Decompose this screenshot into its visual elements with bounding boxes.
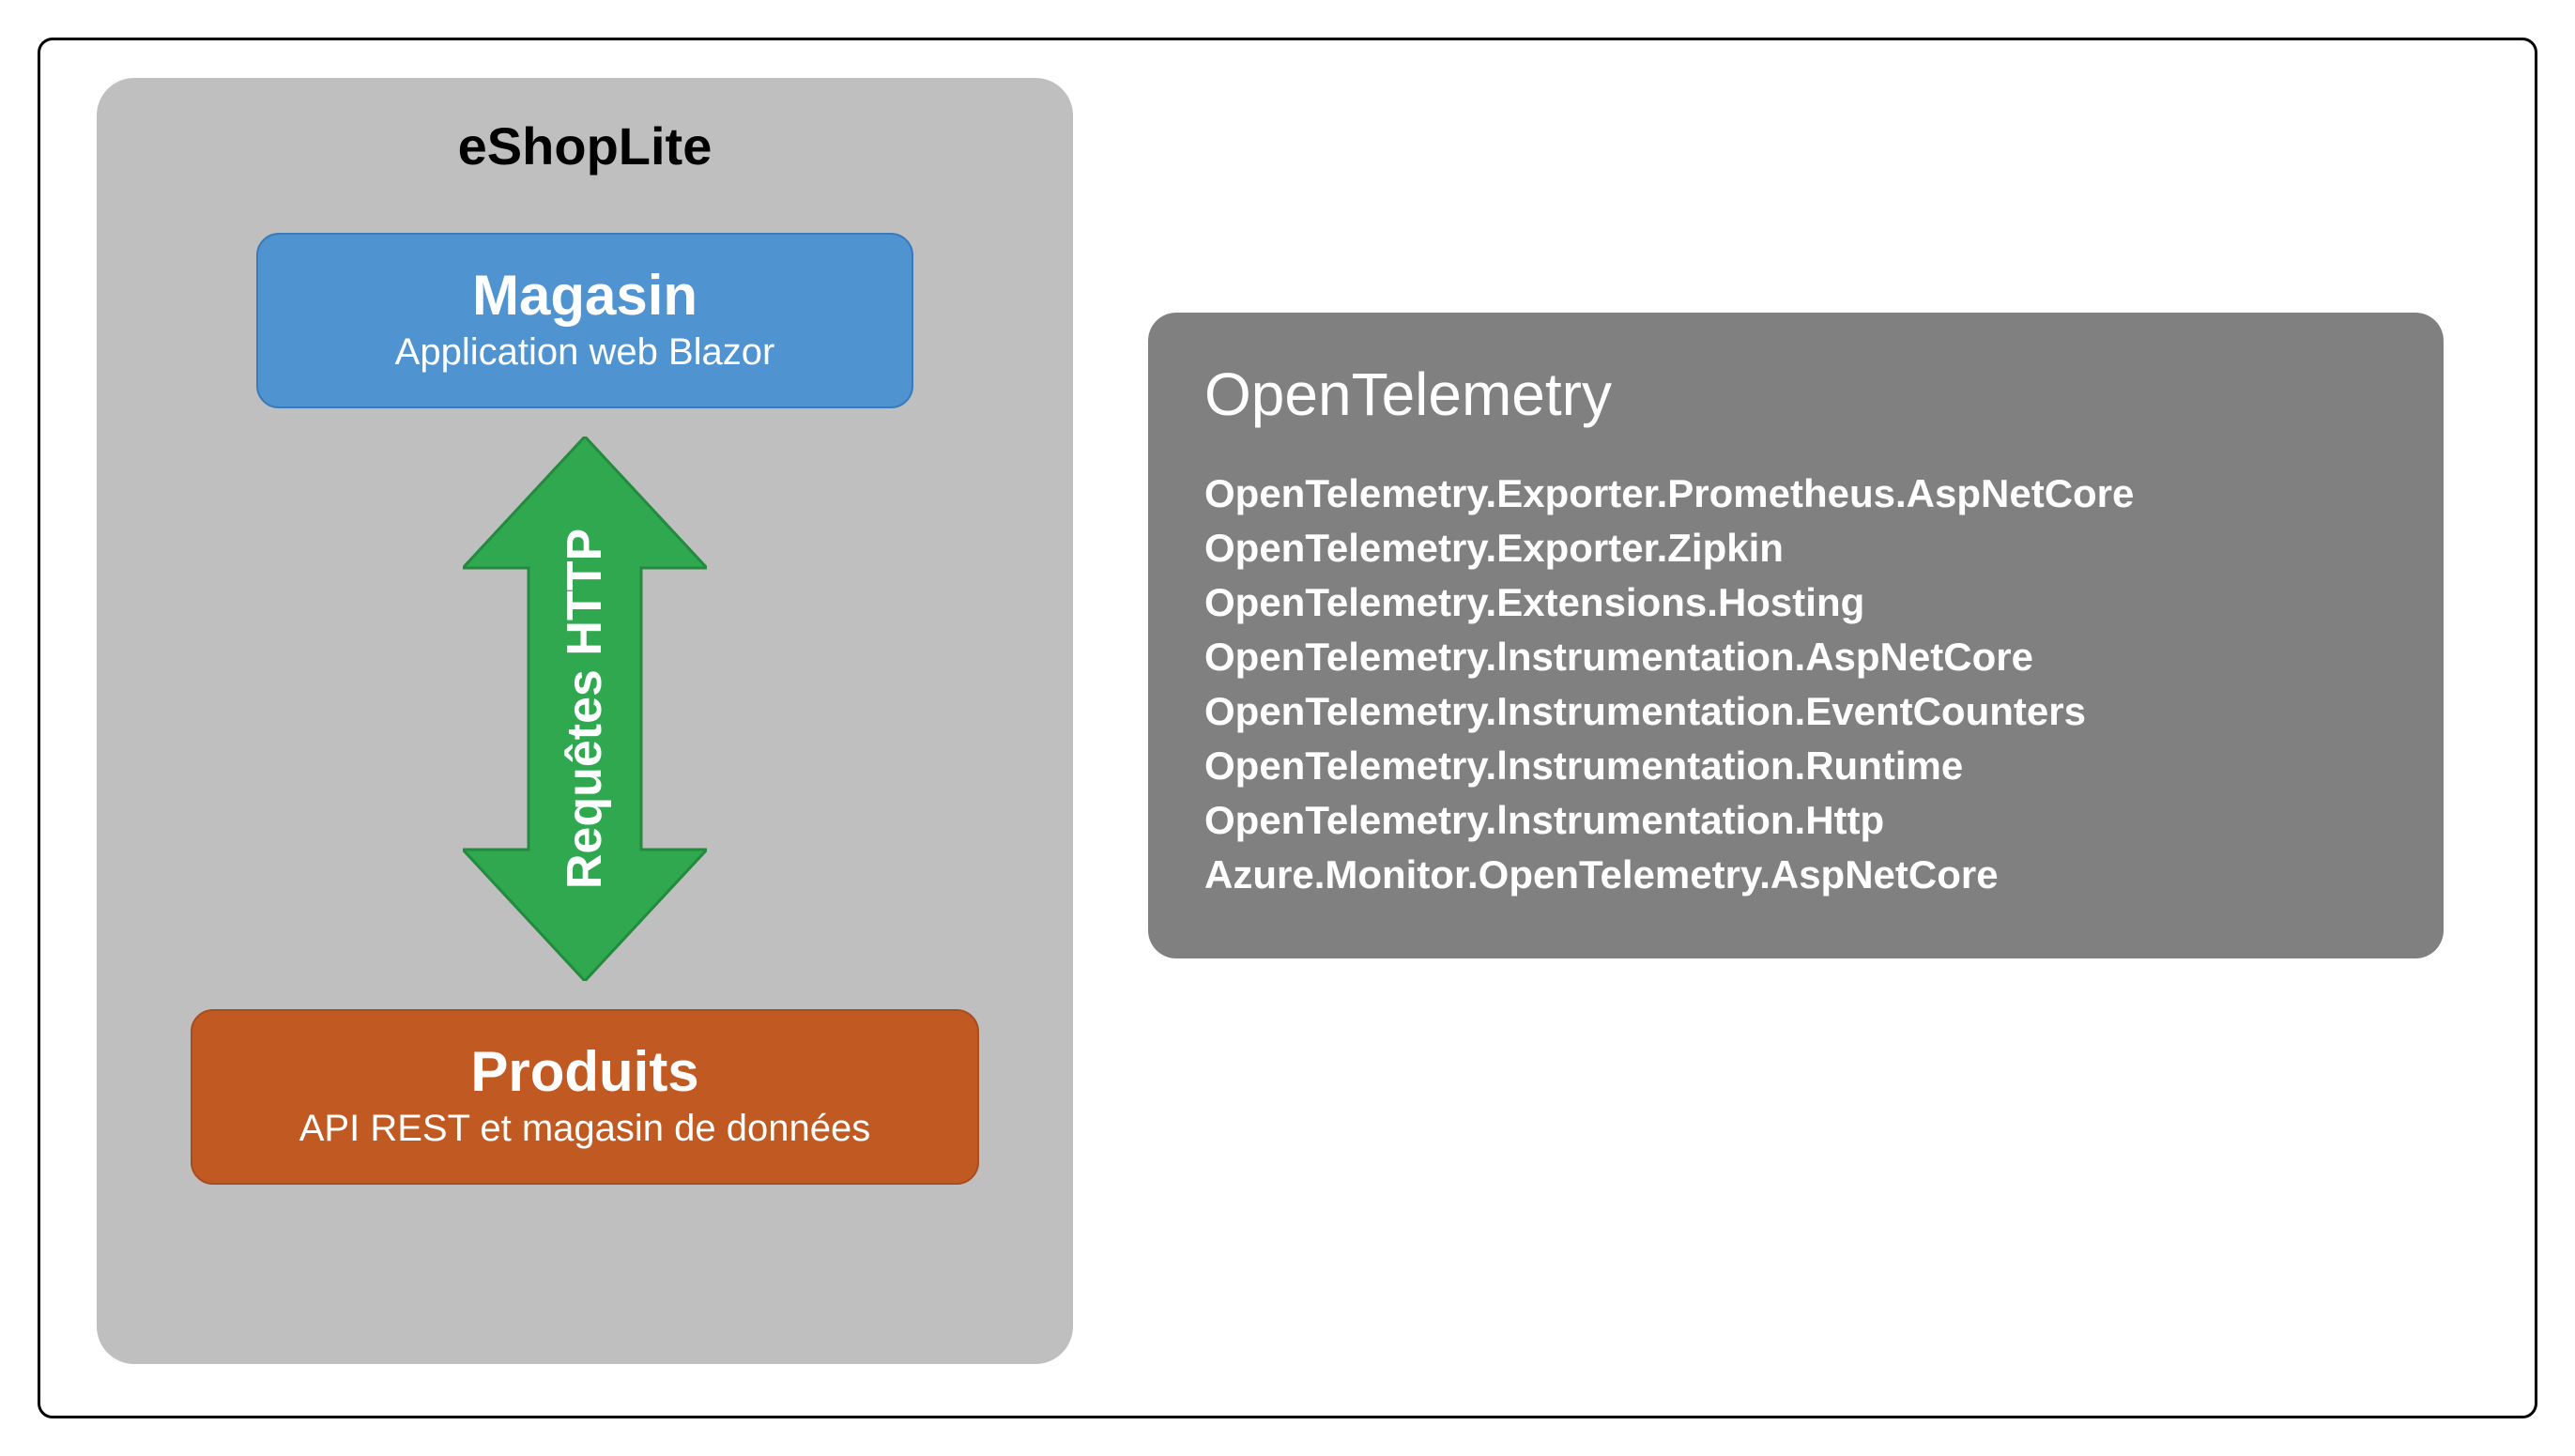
magasin-box: Magasin Application web Blazor (256, 233, 913, 408)
produits-subtitle: API REST et magasin de données (230, 1108, 940, 1150)
package-item: OpenTelemetry.lnstrumentation.Http (1204, 793, 2387, 848)
package-item: OpenTelemetry.Exporter.Zipkin (1204, 521, 2387, 575)
arrow-label: Requêtes HTTP (557, 529, 613, 889)
package-item: OpenTelemetry.Extensions.Hosting (1204, 575, 2387, 630)
diagram-frame: eShopLite Magasin Application web Blazor… (38, 38, 2537, 1418)
package-item: Azure.Monitor.OpenTelemetry.AspNetCore (1204, 848, 2387, 902)
package-item: OpenTeIemetry.Instrumentation.EventCount… (1204, 684, 2387, 739)
package-list: OpenTelemetry.Exporter.Prometheus.AspNet… (1204, 467, 2387, 902)
opentelemetry-panel: OpenTelemetry OpenTelemetry.Exporter.Pro… (1148, 313, 2444, 958)
produits-box: Produits API REST et magasin de données (191, 1009, 979, 1185)
package-item: OpenTelemetry.lnstrumentation.AspNetCore (1204, 630, 2387, 684)
magasin-subtitle: Application web Blazor (296, 331, 874, 374)
opentelemetry-title: OpenTelemetry (1204, 360, 2387, 429)
package-item: OpenTelemetry.Exporter.Prometheus.AspNet… (1204, 467, 2387, 521)
package-item: OpenTelemetry.lnstrumentation.Runtime (1204, 739, 2387, 793)
http-arrow: Requêtes HTTP (463, 437, 707, 981)
magasin-title: Magasin (296, 263, 874, 328)
eshoplite-panel: eShopLite Magasin Application web Blazor… (97, 78, 1073, 1364)
panel-title: eShopLite (458, 115, 713, 176)
produits-title: Produits (230, 1039, 940, 1104)
